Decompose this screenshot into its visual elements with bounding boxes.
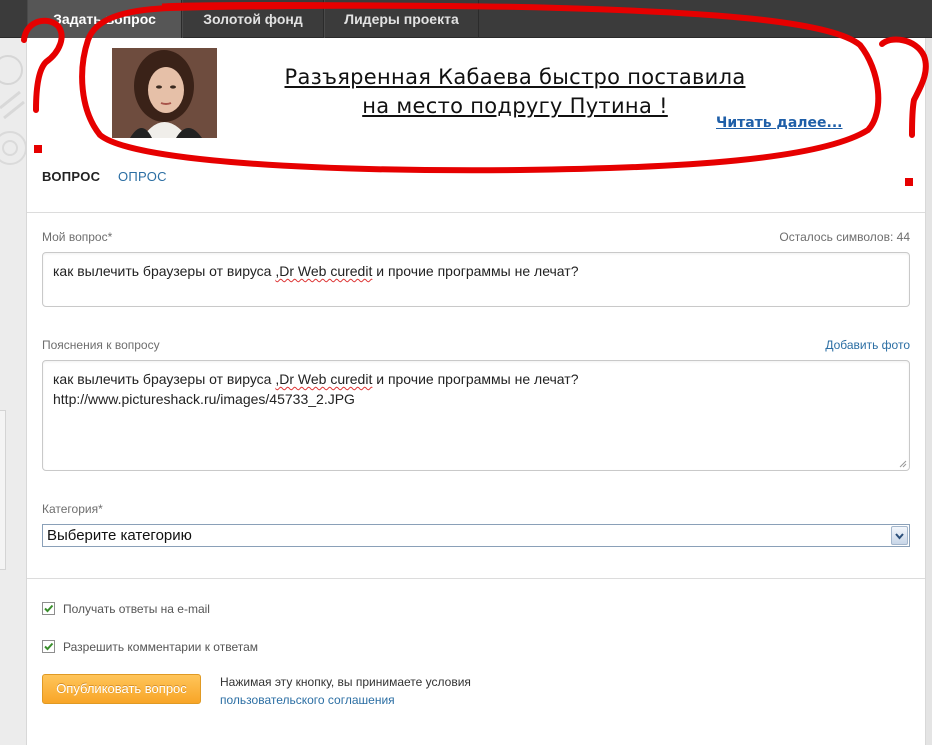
publish-question-button[interactable]: Опубликовать вопрос: [42, 674, 201, 704]
top-navigation: Задать вопрос Золотой фонд Лидеры проект…: [0, 0, 932, 38]
email-answers-label[interactable]: Получать ответы на e-mail: [63, 602, 210, 616]
banner-headline-line-2[interactable]: на место подругу Путина !: [230, 92, 800, 121]
divider: [27, 212, 925, 213]
checkmark-icon: [44, 604, 54, 613]
category-select[interactable]: Выберите категорию: [42, 524, 910, 547]
nav-tab-ask-question[interactable]: Задать вопрос: [27, 0, 182, 38]
details-textarea[interactable]: как вылечить браузеры от вируса ,Dr Web …: [42, 360, 910, 471]
allow-comments-label[interactable]: Разрешить комментарии к ответам: [63, 640, 258, 654]
banner-headline[interactable]: Разъяренная Кабаева быстро поставила на …: [230, 63, 800, 121]
email-answers-checkbox[interactable]: [42, 602, 55, 615]
read-more-link[interactable]: Читать далее...: [716, 115, 842, 131]
question-label: Мой вопрос*: [42, 230, 113, 244]
terms-notice: Нажимая эту кнопку, вы принимаете услови…: [220, 673, 471, 709]
tab-question[interactable]: ВОПРОС: [42, 169, 100, 184]
left-sidebar-strip: [0, 38, 26, 745]
resize-handle-icon[interactable]: [898, 459, 907, 468]
side-tab: [0, 410, 6, 570]
add-photo-link[interactable]: Добавить фото: [700, 338, 910, 352]
category-label: Категория*: [42, 502, 103, 516]
divider: [27, 578, 925, 579]
characters-left-counter: Осталось символов: 44: [779, 230, 910, 244]
chevron-down-icon[interactable]: [891, 526, 908, 545]
nav-tab-golden-fund[interactable]: Золотой фонд: [182, 0, 324, 38]
banner-headline-line-1[interactable]: Разъяренная Кабаева быстро поставила: [230, 63, 800, 92]
allow-comments-checkbox[interactable]: [42, 640, 55, 653]
terms-text: Нажимая эту кнопку, вы принимаете услови…: [220, 675, 471, 689]
question-input[interactable]: как вылечить браузеры от вируса ,Dr Web …: [42, 252, 910, 307]
nav-tab-project-leaders[interactable]: Лидеры проекта: [324, 0, 479, 38]
tab-poll[interactable]: ОПРОС: [118, 169, 167, 184]
banner-photo[interactable]: [112, 48, 217, 138]
user-agreement-link[interactable]: пользовательского соглашения: [220, 691, 471, 709]
doodle-decoration: [0, 55, 26, 165]
details-label: Пояснения к вопросу: [42, 338, 160, 352]
checkmark-icon: [44, 642, 54, 651]
